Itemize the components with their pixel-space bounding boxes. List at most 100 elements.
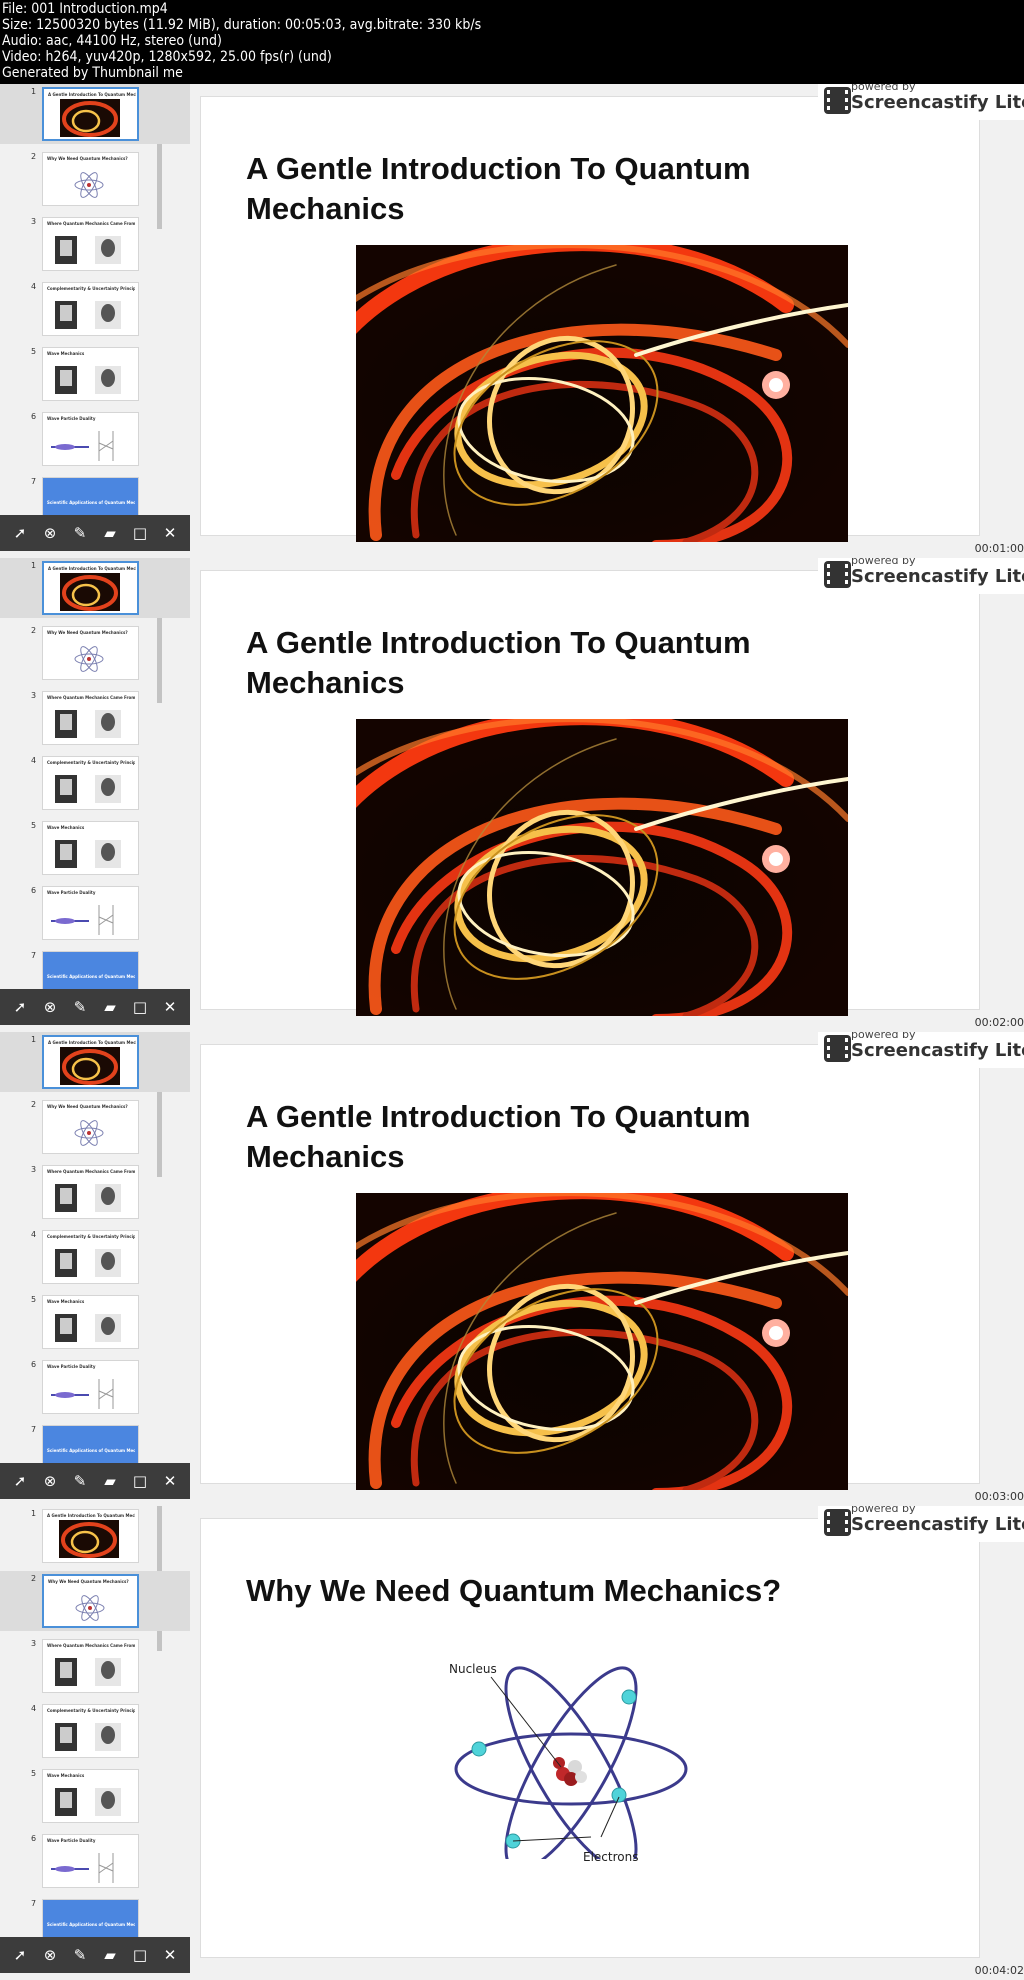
slide-thumbnail-row[interactable]: 4 Complementarity & Uncertainty Principle [0, 279, 190, 339]
atom-diagram [454, 1666, 688, 1859]
file-info-line: Video: h264, yuv420p, 1280x592, 25.00 fp… [2, 49, 332, 65]
slide-thumbnail-title: Wave Particle Duality [47, 1838, 96, 1843]
pointer-tool[interactable]: ➚ [10, 523, 30, 543]
slide-thumbnail-row[interactable]: 3 Where Quantum Mechanics Came From? [0, 214, 190, 274]
slide-thumbnail[interactable]: A Gentle Introduction To Quantum Mechani… [42, 87, 139, 141]
slide-thumbnail[interactable]: Why We Need Quantum Mechanics? [42, 152, 139, 206]
slide-thumbnail-row[interactable]: 4 Complementarity & Uncertainty Principle [0, 1701, 190, 1761]
slide-thumbnail-row[interactable]: 1 A Gentle Introduction To Quantum Mechan… [0, 1506, 190, 1566]
erase-tool[interactable]: ⊗ [40, 997, 60, 1017]
rectangle-tool[interactable]: □ [130, 997, 150, 1017]
pen-tool[interactable]: ✎ [70, 1945, 90, 1965]
pen-tool[interactable]: ✎ [70, 1471, 90, 1491]
slide-number: 6 [31, 1360, 37, 1369]
slide-thumbnail-row[interactable]: 5 Wave Mechanics [0, 1292, 190, 1352]
nucleus-label: Nucleus [449, 1662, 497, 1676]
highlighter-tool[interactable]: ▰ [100, 523, 120, 543]
slide-thumbnail[interactable]: Scientific Applications of Quantum Mecha… [42, 951, 139, 991]
slide-thumbnail-title: Where Quantum Mechanics Came From? [47, 1643, 135, 1648]
slide-thumbnail[interactable]: Where Quantum Mechanics Came From? [42, 217, 139, 271]
slide-thumbnail[interactable]: Wave Particle Duality [42, 412, 139, 466]
video-frame: 1 A Gentle Introduction To Quantum Mechan… [0, 1506, 1024, 1980]
slide-thumbnail-row[interactable]: 6 Wave Particle Duality [0, 883, 190, 943]
pointer-tool[interactable]: ➚ [10, 997, 30, 1017]
slide-thumbnail[interactable]: Why We Need Quantum Mechanics? [42, 1100, 139, 1154]
slide-thumbnail[interactable]: Wave Particle Duality [42, 1360, 139, 1414]
slide-thumbnail[interactable]: Scientific Applications of Quantum Mecha… [42, 477, 139, 517]
slide-thumbnail-title: Where Quantum Mechanics Came From? [47, 695, 135, 700]
file-info-line: File: 001 Introduction.mp4 [2, 1, 168, 17]
slide-thumbnail-row[interactable]: 1 A Gentle Introduction To Quantum Mechan… [0, 1032, 190, 1092]
close-tool[interactable]: ✕ [160, 1945, 180, 1965]
slide-title: A Gentle Introduction To Quantum Mechani… [246, 1099, 751, 1174]
slide-thumbnail[interactable]: Why We Need Quantum Mechanics? [42, 1574, 139, 1628]
slide-number: 7 [31, 1425, 37, 1434]
slide-thumbnail[interactable]: Complementarity & Uncertainty Principle [42, 756, 139, 810]
close-tool[interactable]: ✕ [160, 997, 180, 1017]
slide-thumbnail-row[interactable]: 5 Wave Mechanics [0, 1766, 190, 1826]
slide-thumbnail-row[interactable]: 3 Where Quantum Mechanics Came From? [0, 1162, 190, 1222]
timecode: 00:03:00 [974, 1490, 1024, 1503]
slide-thumbnail[interactable]: Complementarity & Uncertainty Principle [42, 1704, 139, 1758]
slide-thumbnail-row[interactable]: 1 A Gentle Introduction To Quantum Mechan… [0, 84, 190, 144]
slide-thumbnail[interactable]: Wave Particle Duality [42, 886, 139, 940]
presentation-stage: A Gentle Introduction To Quantum Mechani… [190, 1032, 1024, 1506]
pen-tool[interactable]: ✎ [70, 523, 90, 543]
slide-thumbnail-row[interactable]: 3 Where Quantum Mechanics Came From? [0, 1636, 190, 1696]
erase-tool[interactable]: ⊗ [40, 523, 60, 543]
erase-tool[interactable]: ⊗ [40, 1945, 60, 1965]
close-tool[interactable]: ✕ [160, 1471, 180, 1491]
slide-thumbnail[interactable]: Wave Particle Duality [42, 1834, 139, 1888]
slide-thumbnail[interactable]: A Gentle Introduction To Quantum Mechani… [42, 1035, 139, 1089]
slide-thumbnail-row[interactable]: 4 Complementarity & Uncertainty Principle [0, 1227, 190, 1287]
slide-thumbnail-row[interactable]: 3 Where Quantum Mechanics Came From? [0, 688, 190, 748]
slide-thumbnail-title: Wave Mechanics [47, 825, 85, 830]
slide-thumbnail-row[interactable]: 5 Wave Mechanics [0, 344, 190, 404]
slide-thumbnail[interactable]: A Gentle Introduction To Quantum Mechani… [42, 1509, 139, 1563]
slide-thumbnail-title: Where Quantum Mechanics Came From? [47, 1169, 135, 1174]
close-tool[interactable]: ✕ [160, 523, 180, 543]
slide-thumbnail[interactable]: Why We Need Quantum Mechanics? [42, 626, 139, 680]
slide-thumbnail[interactable]: Where Quantum Mechanics Came From? [42, 1165, 139, 1219]
slide-thumbnail-row[interactable]: 6 Wave Particle Duality [0, 1831, 190, 1891]
slide-thumbnail-row[interactable]: 5 Wave Mechanics [0, 818, 190, 878]
slide-thumbnail-title: A Gentle Introduction To Quantum Mechani… [48, 566, 136, 571]
slide-thumbnail-row[interactable]: 4 Complementarity & Uncertainty Principle [0, 753, 190, 813]
slide-thumbnail[interactable]: Complementarity & Uncertainty Principle [42, 282, 139, 336]
slide-thumbnail-row[interactable]: 6 Wave Particle Duality [0, 1357, 190, 1417]
slide-thumbnail-title: Scientific Applications of Quantum Mecha… [47, 1448, 135, 1453]
slide-thumbnail-row[interactable]: 2 Why We Need Quantum Mechanics? [0, 1097, 190, 1157]
pointer-tool[interactable]: ➚ [10, 1945, 30, 1965]
slide-thumbnail-title: A Gentle Introduction To Quantum Mechani… [47, 1513, 135, 1518]
slide-thumbnail[interactable]: Where Quantum Mechanics Came From? [42, 1639, 139, 1693]
rectangle-tool[interactable]: □ [130, 1945, 150, 1965]
slide-thumbnail[interactable]: Wave Mechanics [42, 347, 139, 401]
slide-thumbnail[interactable]: Wave Mechanics [42, 821, 139, 875]
highlighter-tool[interactable]: ▰ [100, 997, 120, 1017]
slide-thumbnail[interactable]: Wave Mechanics [42, 1769, 139, 1823]
slide-title: Why We Need Quantum Mechanics? [246, 1573, 782, 1608]
rectangle-tool[interactable]: □ [130, 1471, 150, 1491]
slide-number: 3 [31, 1639, 37, 1648]
slide-thumbnail[interactable]: Scientific Applications of Quantum Mecha… [42, 1425, 139, 1465]
erase-tool[interactable]: ⊗ [40, 1471, 60, 1491]
pointer-tool[interactable]: ➚ [10, 1471, 30, 1491]
film-icon [824, 87, 851, 114]
slide-thumbnail-row[interactable]: 6 Wave Particle Duality [0, 409, 190, 469]
highlighter-tool[interactable]: ▰ [100, 1471, 120, 1491]
slide-thumbnail-row[interactable]: 2 Why We Need Quantum Mechanics? [0, 623, 190, 683]
slide-thumbnail[interactable]: Wave Mechanics [42, 1295, 139, 1349]
slide-thumbnail[interactable]: Scientific Applications of Quantum Mecha… [42, 1899, 139, 1939]
slide-thumbnail-title: Why We Need Quantum Mechanics? [47, 630, 128, 635]
slide-thumbnail[interactable]: Where Quantum Mechanics Came From? [42, 691, 139, 745]
presentation-stage: A Gentle Introduction To Quantum Mechani… [190, 558, 1024, 1032]
slide-thumbnail-row[interactable]: 2 Why We Need Quantum Mechanics? [0, 1571, 190, 1631]
highlighter-tool[interactable]: ▰ [100, 1945, 120, 1965]
slide-thumbnail-row[interactable]: 1 A Gentle Introduction To Quantum Mechan… [0, 558, 190, 618]
slide-thumbnail[interactable]: A Gentle Introduction To Quantum Mechani… [42, 561, 139, 615]
slide-thumbnail[interactable]: Complementarity & Uncertainty Principle [42, 1230, 139, 1284]
current-slide: Why We Need Quantum Mechanics? Nucleus Ele… [200, 1518, 980, 1958]
rectangle-tool[interactable]: □ [130, 523, 150, 543]
slide-thumbnail-row[interactable]: 2 Why We Need Quantum Mechanics? [0, 149, 190, 209]
pen-tool[interactable]: ✎ [70, 997, 90, 1017]
